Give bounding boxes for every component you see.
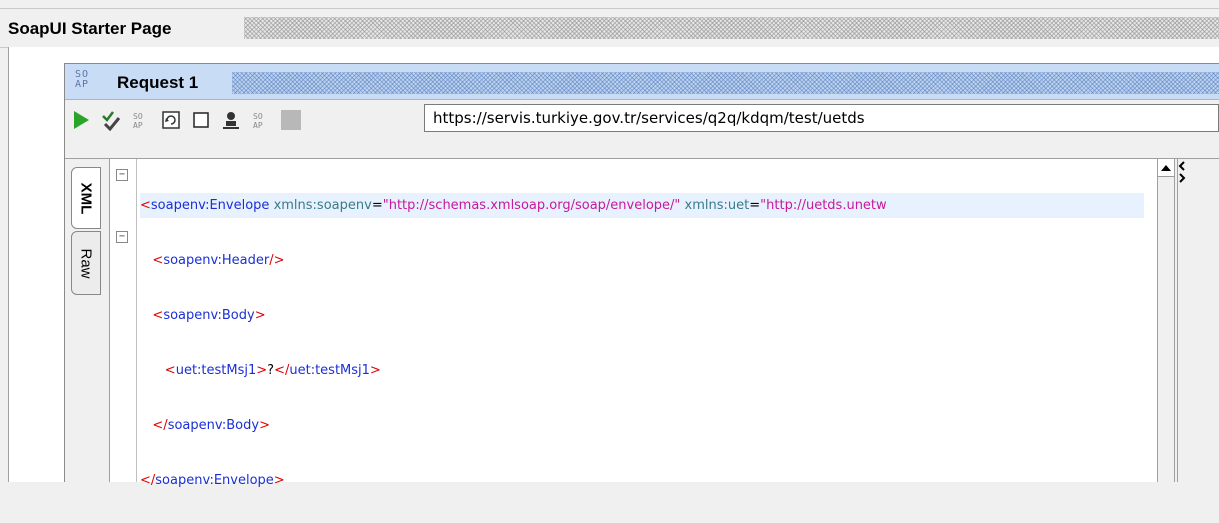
- editor-gutter: − −: [110, 159, 137, 482]
- refresh-icon: [162, 111, 180, 129]
- svg-text:AP: AP: [133, 121, 143, 130]
- fold-envelope-icon[interactable]: −: [116, 169, 128, 181]
- starter-page-titlebar: SoapUI Starter Page: [0, 8, 1219, 48]
- code-line: <soapenv:Header/>: [152, 253, 285, 268]
- tab-xml[interactable]: XML: [71, 167, 101, 229]
- code-line: <soapenv:Body>: [152, 308, 266, 323]
- checkbox-icon: [193, 112, 209, 128]
- scroll-up-button[interactable]: [1158, 159, 1174, 177]
- checkbox-button[interactable]: [189, 108, 213, 132]
- request-window: SO AP Request 1 SO AP SO AP https://serv…: [64, 63, 1219, 488]
- titlebar-hatch: [244, 17, 1219, 39]
- validate-icon: [102, 111, 121, 131]
- svg-text:SO: SO: [253, 112, 263, 121]
- arrow-up-icon: [1161, 164, 1171, 171]
- run-button[interactable]: [69, 108, 93, 132]
- refresh-button[interactable]: [159, 108, 183, 132]
- code-line: <uet:testMsj1>?</uet:testMsj1>: [164, 363, 381, 378]
- request-titlebar[interactable]: SO AP Request 1: [65, 64, 1219, 100]
- stop-button[interactable]: [279, 108, 303, 132]
- vertical-scrollbar[interactable]: [1157, 159, 1175, 482]
- stop-icon: [281, 110, 301, 130]
- soap-icon: SO AP: [253, 112, 263, 130]
- soap-version-button[interactable]: SO AP: [249, 108, 273, 132]
- request-title: Request 1: [117, 73, 199, 92]
- validate-button[interactable]: [99, 108, 123, 132]
- run-icon: [74, 111, 89, 129]
- soap-action-button[interactable]: SO AP: [129, 108, 153, 132]
- request-editor-area: XML Raw − − <soapenv:Envelope xmlns:soap…: [65, 158, 1219, 488]
- code-line: <soapenv:Envelope xmlns:soapenv="http://…: [140, 193, 1144, 218]
- tab-xml-label: XML: [77, 182, 95, 214]
- starter-page-title: SoapUI Starter Page: [8, 19, 172, 38]
- tab-raw[interactable]: Raw: [71, 231, 101, 295]
- fold-body-icon[interactable]: −: [116, 231, 128, 243]
- tab-raw-label: Raw: [77, 247, 95, 279]
- expand-inspector-icon[interactable]: [1178, 161, 1186, 187]
- request-titlebar-hatch: [232, 72, 1219, 94]
- code-line: </soapenv:Envelope>: [140, 473, 285, 488]
- soap-request-icon: SO AP: [75, 69, 90, 90]
- xml-editor[interactable]: − − <soapenv:Envelope xmlns:soapenv="htt…: [109, 159, 1158, 488]
- code-line: </soapenv:Body>: [152, 418, 270, 433]
- xml-code[interactable]: <soapenv:Envelope xmlns:soapenv="http://…: [140, 163, 1144, 523]
- request-toolbar: SO AP SO AP: [65, 100, 1219, 138]
- svg-text:AP: AP: [253, 121, 263, 130]
- user-icon: [223, 112, 239, 129]
- soap-icon: SO AP: [133, 112, 143, 130]
- endpoint-input[interactable]: [424, 104, 1219, 132]
- svg-text:SO: SO: [133, 112, 143, 121]
- auth-button[interactable]: [219, 108, 243, 132]
- inspector-strip[interactable]: [1177, 159, 1186, 482]
